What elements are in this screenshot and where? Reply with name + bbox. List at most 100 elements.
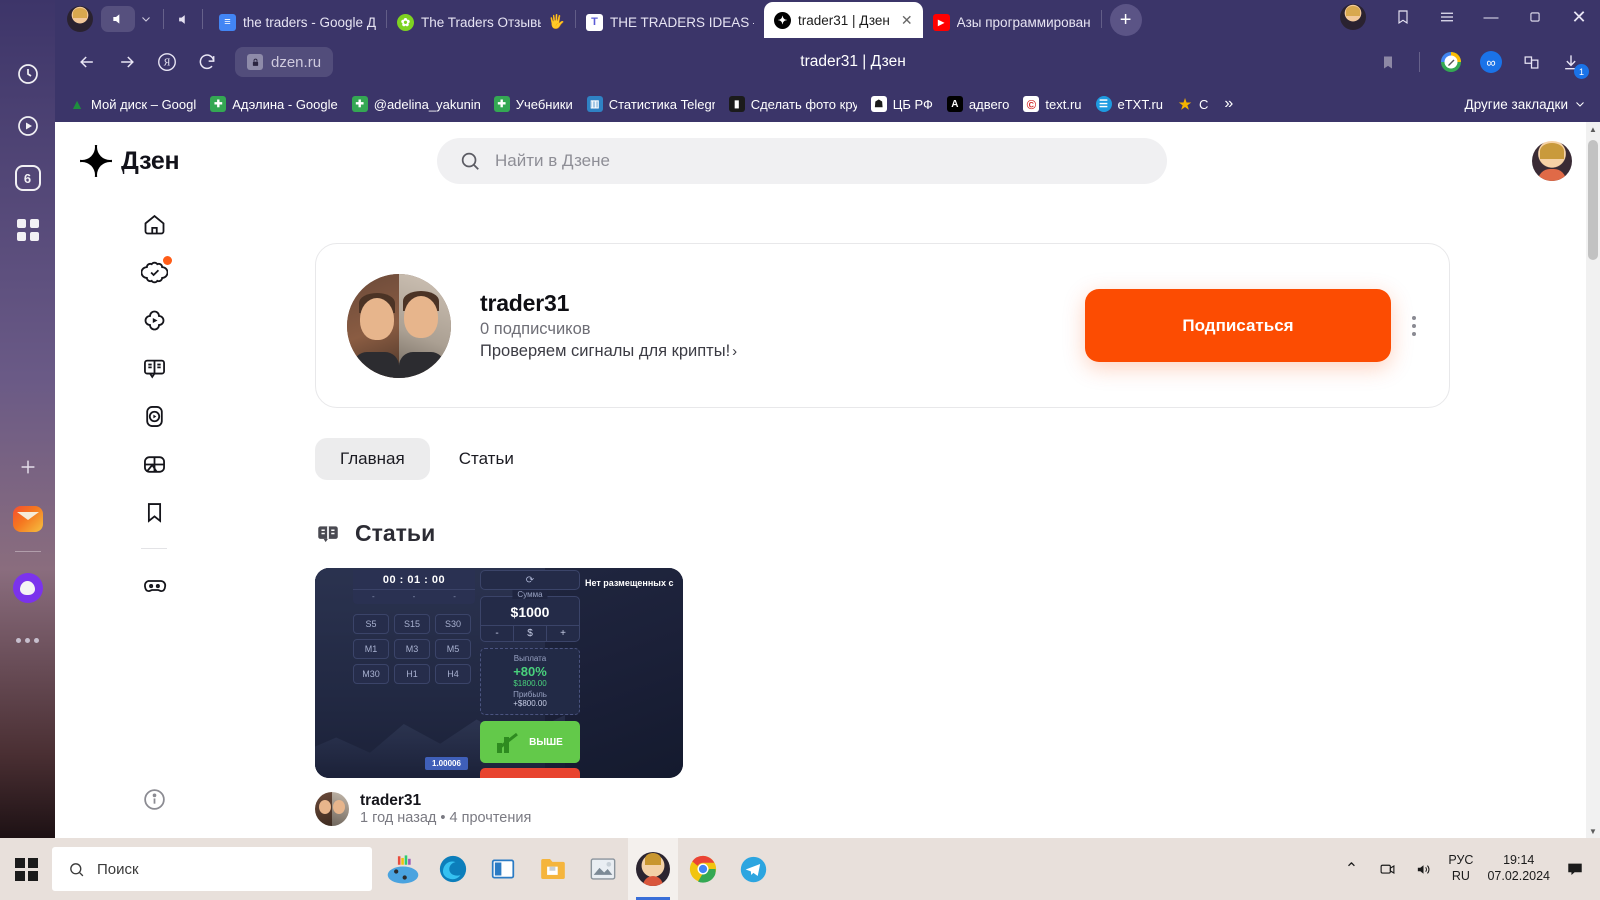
tab-stack-icon[interactable]: [1516, 47, 1546, 77]
taskbar-app-yandex-browser[interactable]: [628, 838, 678, 900]
maximize-button[interactable]: [1514, 0, 1556, 34]
trade-up-button[interactable]: ВЫШЕ: [480, 721, 580, 763]
alice-icon[interactable]: [10, 570, 46, 606]
sidebar-item-info[interactable]: [133, 778, 175, 820]
collections-icon[interactable]: [1382, 0, 1424, 34]
timeframe-button[interactable]: M1: [353, 639, 389, 659]
tab-2[interactable]: T THE TRADERS IDEAS –: [576, 6, 764, 38]
sound-indicator-icon[interactable]: [101, 6, 135, 32]
menu-icon[interactable]: [1426, 0, 1468, 34]
timeframe-button[interactable]: S15: [394, 614, 430, 634]
timeframe-button[interactable]: M5: [435, 639, 471, 659]
sidebar-item-recommendations[interactable]: [133, 248, 175, 296]
forward-button[interactable]: [109, 44, 145, 80]
amount-field[interactable]: Сумма $1000 - $ +: [480, 590, 580, 642]
sidebar-item-games[interactable]: [133, 561, 175, 609]
bookmarks-overflow-button[interactable]: »: [1224, 95, 1233, 113]
more-dots-icon[interactable]: [10, 622, 46, 658]
account-avatar-icon[interactable]: [1340, 4, 1366, 30]
plus-icon[interactable]: [10, 449, 46, 485]
scroll-down-arrow[interactable]: ▼: [1586, 824, 1600, 838]
search-input[interactable]: Найти в Дзене: [437, 138, 1167, 184]
mail-icon[interactable]: [10, 501, 46, 537]
amount-decrease[interactable]: -: [481, 626, 513, 641]
taskbar-app-photos[interactable]: [578, 838, 628, 900]
notifications-icon[interactable]: [1564, 858, 1586, 880]
sidebar-item-articles[interactable]: [133, 344, 175, 392]
scroll-up-arrow[interactable]: ▲: [1586, 122, 1600, 136]
dzen-logo[interactable]: Дзен: [69, 134, 180, 188]
bookmark-item-10[interactable]: ★ С: [1177, 96, 1209, 112]
tab-3-active[interactable]: ✦ trader31 | Дзен ✕: [763, 2, 923, 38]
article-author-avatar[interactable]: [315, 792, 349, 826]
omnibox[interactable]: dzen.ru: [235, 47, 334, 77]
timeframe-button[interactable]: S30: [435, 614, 471, 634]
timeframe-button[interactable]: M30: [353, 664, 389, 684]
bookmark-item-9[interactable]: ☰ eTXT.ru: [1095, 96, 1163, 112]
editor-extension-icon[interactable]: [1436, 47, 1466, 77]
tab-0[interactable]: ≡ the traders - Google Д: [209, 6, 386, 38]
taskbar-app-telegram[interactable]: [728, 838, 778, 900]
new-tab-button[interactable]: +: [1109, 4, 1142, 36]
profile-avatar-small[interactable]: [67, 6, 93, 32]
tab-articles[interactable]: Статьи: [434, 438, 539, 480]
profile-description[interactable]: Проверяем сигналы для крипты! ›: [480, 342, 737, 361]
profile-avatar[interactable]: [347, 273, 451, 378]
bookmark-item-6[interactable]: ☗ ЦБ РФ: [870, 96, 933, 112]
bookmark-item-1[interactable]: ✚ Адэлина - Google: [210, 96, 338, 112]
infinity-extension-icon[interactable]: ∞: [1476, 47, 1506, 77]
screen-cast-icon[interactable]: [1376, 858, 1398, 880]
sidebar-item-home[interactable]: [133, 200, 175, 248]
back-button[interactable]: [69, 44, 105, 80]
amount-increase[interactable]: +: [546, 626, 579, 641]
tray-expand-icon[interactable]: ⌃: [1340, 858, 1362, 880]
page-scrollbar[interactable]: ▲ ▼: [1586, 122, 1600, 838]
language-indicator[interactable]: РУС RU: [1448, 853, 1473, 884]
tab-4[interactable]: ▶ Азы программирован: [923, 6, 1101, 38]
bookmark-item-7[interactable]: A адвего: [946, 96, 1009, 112]
taskbar-app-chrome[interactable]: [678, 838, 728, 900]
bookmark-icon[interactable]: [1373, 47, 1403, 77]
taskbar-app-explorer-window[interactable]: [478, 838, 528, 900]
chevron-down-icon[interactable]: [135, 6, 157, 32]
counter-badge[interactable]: 6: [10, 160, 46, 196]
bookmark-item-0[interactable]: ▲ Мой диск – Googl: [69, 96, 196, 112]
close-icon[interactable]: ✕: [901, 13, 913, 27]
downloads-icon[interactable]: 1: [1556, 47, 1589, 79]
tab-main[interactable]: Главная: [315, 438, 430, 480]
volume-icon[interactable]: [1412, 858, 1434, 880]
sidebar-item-live[interactable]: [133, 440, 175, 488]
yandex-home-icon[interactable]: Я: [149, 44, 185, 80]
subscribe-button[interactable]: Подписаться: [1085, 289, 1391, 362]
more-options-icon[interactable]: [1401, 302, 1427, 350]
taskbar-app-file-explorer[interactable]: [528, 838, 578, 900]
tab-1[interactable]: ✿ The Traders Отзывы 🖐: [387, 6, 575, 38]
sidebar-item-shorts[interactable]: [133, 392, 175, 440]
bookmark-item-4[interactable]: ▥ Статистика Telegra: [586, 96, 715, 112]
bookmark-item-8[interactable]: © text.ru: [1023, 96, 1082, 112]
scrollbar-thumb[interactable]: [1588, 140, 1598, 260]
play-circle-icon[interactable]: [10, 108, 46, 144]
minimize-button[interactable]: —: [1470, 0, 1512, 34]
sidebar-item-video[interactable]: [133, 296, 175, 344]
other-bookmarks-button[interactable]: Другие закладки: [1465, 97, 1586, 112]
bookmark-item-3[interactable]: ✚ Учебники: [493, 96, 573, 112]
asset-selector[interactable]: ⟳: [480, 570, 580, 590]
article-card[interactable]: 00 : 01 : 00 - - - S5 S15 S30 M1 M3 M5 M…: [315, 568, 683, 826]
taskbar-app-edge[interactable]: [428, 838, 478, 900]
sidebar-item-bookmarks[interactable]: [133, 488, 175, 536]
trade-down-button[interactable]: [480, 768, 580, 778]
apps-grid-icon[interactable]: [10, 212, 46, 248]
reload-button[interactable]: [189, 44, 225, 80]
timeframe-button[interactable]: M3: [394, 639, 430, 659]
clock-icon[interactable]: [10, 56, 46, 92]
taskbar-app-gallery[interactable]: [378, 838, 428, 900]
bookmark-item-2[interactable]: ✚ @adelina_yakunina: [351, 96, 480, 112]
bookmark-item-5[interactable]: ▮ Сделать фото кру: [728, 96, 857, 112]
amount-currency[interactable]: $: [513, 626, 546, 641]
article-thumbnail[interactable]: 00 : 01 : 00 - - - S5 S15 S30 M1 M3 M5 M…: [315, 568, 683, 778]
clock[interactable]: 19:14 07.02.2024: [1487, 853, 1550, 884]
close-button[interactable]: ✕: [1558, 0, 1600, 34]
start-button[interactable]: [0, 838, 52, 900]
timeframe-button[interactable]: H1: [394, 664, 430, 684]
